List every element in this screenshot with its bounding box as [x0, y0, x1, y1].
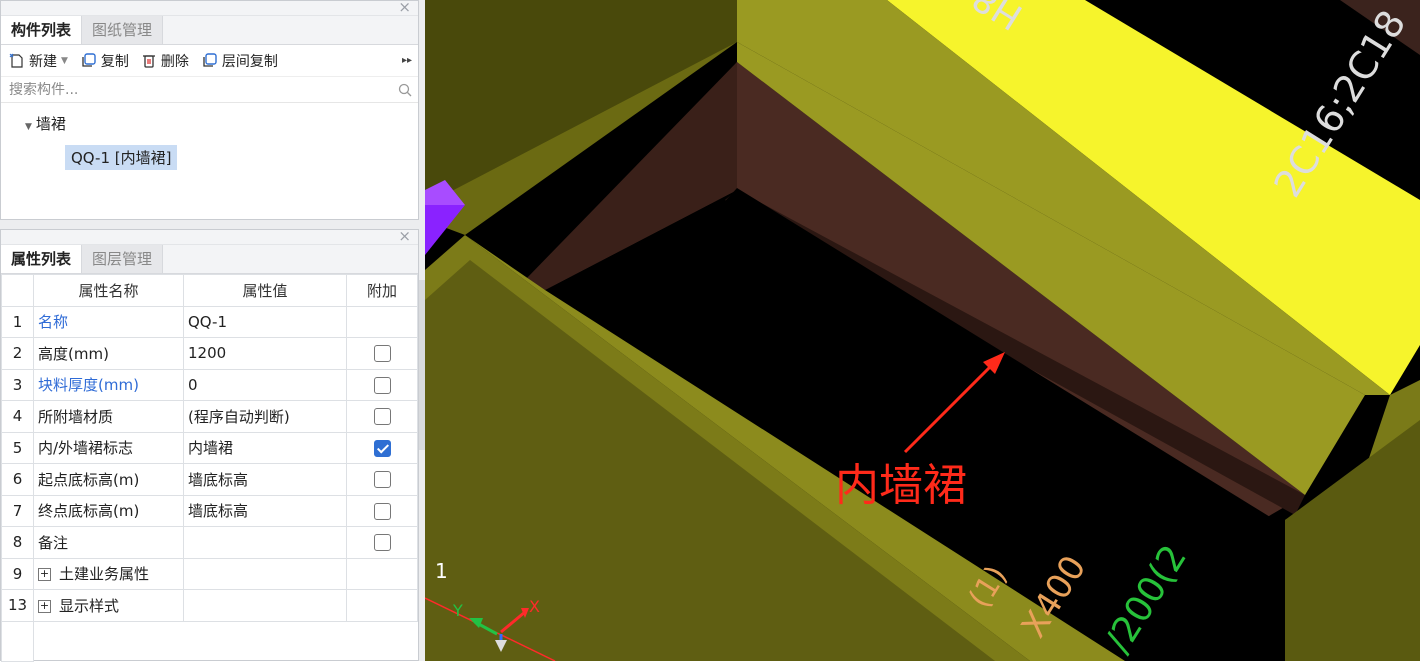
table-row[interactable]: 9 + 土建业务属性 — [1, 557, 418, 590]
new-file-icon — [9, 53, 23, 68]
property-name: 高度(mm) — [33, 337, 184, 370]
header-extra: 附加 — [346, 274, 418, 307]
toolbar-more-icon[interactable]: ▸▸ — [402, 55, 412, 66]
extra-checkbox[interactable] — [373, 534, 391, 552]
search-icon[interactable] — [398, 83, 412, 97]
tab-layer-management[interactable]: 图层管理 — [82, 245, 164, 273]
copy-icon — [82, 53, 96, 67]
property-value[interactable]: 墙底标高 — [183, 463, 347, 496]
property-table: 属性名称 属性值 附加 1 名称 QQ-1 2 高度(mm) 1200 3 块料… — [1, 274, 418, 662]
property-value[interactable]: 内墙裙 — [183, 431, 347, 464]
property-value[interactable] — [183, 526, 347, 559]
component-tabs: 构件列表 图纸管理 — [1, 16, 418, 45]
floor-copy-icon — [203, 53, 217, 67]
property-tabs: 属性列表 图层管理 — [1, 245, 418, 274]
svg-text:Y: Y — [452, 601, 463, 620]
annotation-label: 内墙裙 — [835, 460, 967, 511]
property-value[interactable]: QQ-1 — [183, 305, 347, 338]
close-icon[interactable]: × — [398, 0, 411, 16]
property-name: 内/外墙裙标志 — [33, 431, 184, 464]
search-input[interactable] — [9, 81, 398, 98]
table-row[interactable]: 2 高度(mm) 1200 — [1, 337, 418, 370]
delete-button[interactable]: 删除 — [141, 51, 189, 71]
table-row[interactable]: 5 内/外墙裙标志 内墙裙 — [1, 431, 418, 464]
extra-checkbox[interactable] — [373, 408, 391, 426]
table-row[interactable]: 13 + 显示样式 — [1, 589, 418, 622]
tab-component-list[interactable]: 构件列表 — [1, 16, 83, 44]
table-header: 属性名称 属性值 附加 — [1, 274, 418, 307]
delete-button-label: 删除 — [160, 53, 189, 70]
chevron-down-icon[interactable]: ▼ — [61, 56, 68, 66]
property-name: 起点底标高(m) — [33, 463, 184, 496]
tree-node-wall-skirt[interactable]: ▼ 墙裙 — [1, 111, 418, 137]
property-group[interactable]: + 显示样式 — [33, 589, 184, 622]
3d-scene[interactable]: 2C16;2C18 H8@100/200(2) X400 (1) /200(2 … — [425, 0, 1420, 661]
table-row[interactable]: 4 所附墙材质 (程序自动判断) — [1, 400, 418, 433]
tab-property-list[interactable]: 属性列表 — [1, 245, 83, 273]
table-row[interactable]: 7 终点底标高(m) 墙底标高 — [1, 494, 418, 527]
new-button-label: 新建 — [29, 53, 57, 70]
header-value: 属性值 — [183, 274, 347, 307]
copy-button-label: 复制 — [100, 53, 129, 70]
extra-checkbox[interactable] — [373, 376, 391, 394]
header-name: 属性名称 — [33, 274, 184, 307]
table-row[interactable]: 1 名称 QQ-1 — [1, 305, 418, 338]
tree-node-label: 墙裙 — [35, 115, 66, 133]
floor-copy-button[interactable]: 层间复制 — [201, 51, 278, 71]
svg-text:1: 1 — [435, 559, 448, 583]
tab-drawing-management[interactable]: 图纸管理 — [82, 16, 164, 44]
extra-checkbox[interactable] — [373, 502, 391, 520]
extra-checkbox[interactable] — [373, 471, 391, 489]
property-value[interactable]: (程序自动判断) — [183, 400, 347, 433]
floor-copy-button-label: 层间复制 — [221, 53, 278, 70]
extra-checkbox[interactable] — [373, 345, 391, 363]
component-tree: ▼ 墙裙 QQ-1 [内墙裙] — [1, 103, 418, 170]
component-toolbar: 新建 ▼ 复制 删除 层间复制 ▸▸ — [1, 45, 418, 77]
component-list-panel: × 构件列表 图纸管理 新建 ▼ 复制 删除 层间复制 ▸▸ 搜索构件... ▼… — [0, 0, 419, 220]
expand-triangle-icon[interactable]: ▼ — [25, 122, 32, 132]
property-value[interactable]: 墙底标高 — [183, 494, 347, 527]
new-button[interactable]: 新建 ▼ — [9, 51, 68, 71]
property-name: 块料厚度(mm) — [33, 368, 184, 401]
3d-viewport[interactable]: 2C16;2C18 H8@100/200(2) X400 (1) /200(2 … — [425, 0, 1420, 661]
property-name: 备注 — [33, 526, 184, 559]
expand-plus-icon[interactable]: + — [38, 599, 51, 613]
expand-plus-icon[interactable]: + — [38, 568, 51, 582]
close-icon[interactable]: × — [398, 227, 411, 245]
table-row[interactable]: 8 备注 — [1, 526, 418, 559]
property-list-panel: × 属性列表 图层管理 属性名称 属性值 附加 1 名称 QQ-1 2 高度(m… — [0, 227, 419, 662]
trash-icon — [142, 54, 155, 68]
svg-text:X: X — [529, 597, 540, 616]
extra-checkbox-checked[interactable] — [373, 439, 391, 457]
left-panel: × 构件列表 图纸管理 新建 ▼ 复制 删除 层间复制 ▸▸ 搜索构件... ▼… — [0, 0, 425, 662]
copy-button[interactable]: 复制 — [80, 51, 129, 71]
property-value[interactable]: 0 — [183, 368, 347, 401]
property-value[interactable]: 1200 — [183, 337, 347, 370]
property-group[interactable]: + 土建业务属性 — [33, 557, 184, 590]
tree-item-qq1[interactable]: QQ-1 [内墙裙] — [65, 145, 178, 170]
property-name: 名称 — [33, 305, 184, 338]
property-name: 所附墙材质 — [33, 400, 184, 433]
property-name: 终点底标高(m) — [33, 494, 184, 527]
search-bar — [1, 77, 418, 103]
table-row[interactable]: 6 起点底标高(m) 墙底标高 — [1, 463, 418, 496]
table-row[interactable]: 3 块料厚度(mm) 0 — [1, 368, 418, 401]
